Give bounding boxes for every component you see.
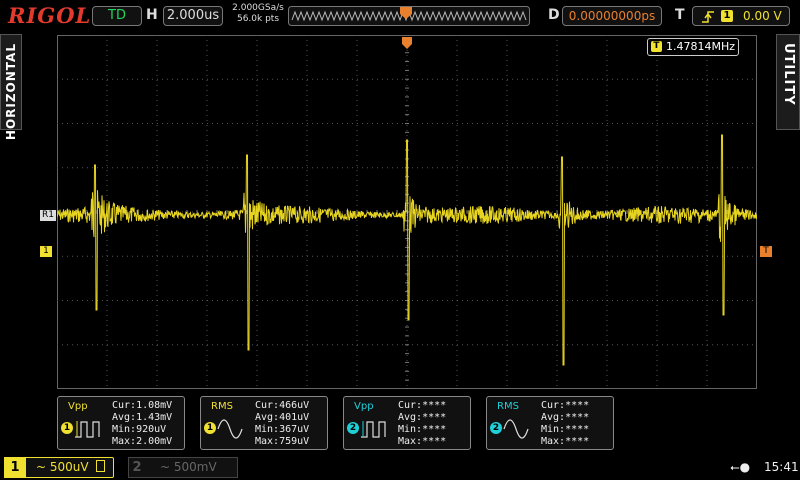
measurement-box[interactable]: Vpp 2 Cur:**** Avg:**** Min:**** Max:**** [343, 396, 471, 450]
rising-edge-icon [702, 11, 714, 23]
measurement-avg: Avg:**** [398, 412, 447, 423]
ch2-number: 2 [132, 460, 142, 475]
utility-menu-tab[interactable]: UTILITY [776, 34, 800, 130]
measurement-avg: Avg:**** [541, 412, 590, 423]
channel-status-bar [0, 456, 800, 480]
memory-position-strip[interactable] [288, 6, 530, 26]
ch1-coupling: ~ [36, 460, 47, 474]
measurement-avg: Avg:1.43mV [112, 412, 173, 423]
measurement-avg: Avg:401uV [255, 412, 310, 423]
frequency-value: 1.47814MHz [666, 40, 736, 53]
measurement-type: Vpp [354, 401, 374, 412]
measurement-box[interactable]: RMS 1 Cur:466uV Avg:401uV Min:367uV Max:759uV [200, 396, 328, 450]
measurement-channel-badge: 2 [347, 422, 359, 434]
measurement-min: Min:**** [398, 424, 447, 435]
usb-icon: ⭠● [730, 460, 751, 474]
measurement-min: Min:367uV [255, 424, 310, 435]
horizontal-tab-label: HORIZONTAL [4, 43, 18, 141]
trigger-label: T [675, 7, 685, 23]
brand-logo: RIGOL [8, 3, 92, 28]
measurement-type: Vpp [68, 401, 88, 412]
measurement-channel-badge: 1 [204, 422, 216, 434]
measurement-type: RMS [497, 401, 519, 412]
measurement-cur: Cur:**** [398, 400, 447, 411]
measurement-box[interactable]: RMS 2 Cur:**** Avg:**** Min:**** Max:**** [486, 396, 614, 450]
ch1-scale: ~ 500uV [36, 460, 106, 474]
delay-label: D [548, 7, 560, 23]
frequency-counter: T 1.47814MHz [647, 38, 739, 56]
sine-waveform-icon [217, 419, 243, 439]
ch2-volts-div: 500mV [173, 460, 217, 474]
measurement-min: Min:920uV [112, 424, 167, 435]
measurement-max: Max:759uV [255, 436, 310, 447]
measurement-min: Min:**** [541, 424, 590, 435]
acquisition-info: 2.000GSa/s 56.0k pts [230, 3, 286, 25]
measurement-max: Max:2.00mV [112, 436, 173, 447]
ch1-number: 1 [4, 457, 26, 478]
measurement-cur: Cur:1.08mV [112, 400, 173, 411]
graticule [57, 35, 757, 389]
measurement-type: RMS [211, 401, 233, 412]
sine-waveform-icon [503, 419, 529, 439]
sample-rate: 2.000GSa/s [232, 3, 284, 13]
ch2-scale: ~ 500mV [160, 460, 217, 474]
horizontal-menu-tab[interactable]: HORIZONTAL [0, 34, 22, 140]
trigger-level: 0.00 V [743, 9, 782, 23]
trigger-source-badge: 1 [721, 10, 733, 22]
reference-waveform-marker[interactable]: R1 [40, 210, 56, 221]
bandwidth-limit-icon [96, 460, 106, 472]
ch1-volts-div: 500uV [49, 460, 89, 474]
measurement-cur: Cur:**** [541, 400, 590, 411]
measurement-max: Max:**** [541, 436, 590, 447]
measurement-channel-badge: 2 [490, 422, 502, 434]
measurement-box[interactable]: Vpp 1 Cur:1.08mV Avg:1.43mV Min:920uV Max:2.0… [57, 396, 185, 450]
trigger-settings[interactable]: 1 0.00 V [692, 6, 790, 26]
measurement-channel-badge: 1 [61, 422, 73, 434]
pulse-waveform-icon [361, 421, 386, 438]
timebase-value[interactable]: 2.000us [163, 6, 223, 26]
waveform-display[interactable] [57, 35, 757, 389]
measurement-max: Max:**** [398, 436, 447, 447]
horizontal-label: H [146, 7, 158, 23]
run-state-indicator[interactable]: TD [92, 6, 142, 26]
frequency-trigger-icon: T [651, 41, 662, 52]
pulse-waveform-icon [75, 421, 100, 438]
utility-tab-label: UTILITY [781, 43, 796, 106]
memory-depth: 56.0k pts [236, 14, 280, 24]
delay-value[interactable]: 0.00000000ps [562, 6, 662, 26]
ch1-offset-marker[interactable]: 1 [40, 246, 52, 257]
trigger-time-marker [402, 37, 412, 49]
trigger-level-marker[interactable]: T [760, 246, 772, 257]
clock: 15:41 [764, 460, 799, 474]
ch2-coupling: ~ [160, 460, 171, 474]
measurement-cur: Cur:466uV [255, 400, 310, 411]
